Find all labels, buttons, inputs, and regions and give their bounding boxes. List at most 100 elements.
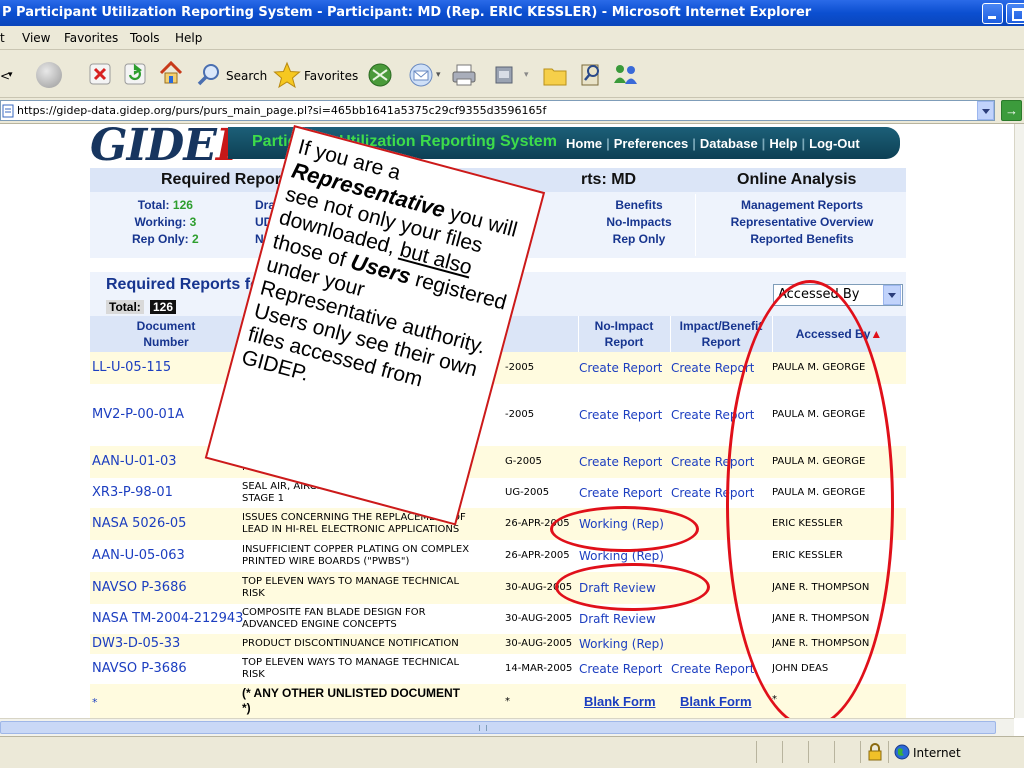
search-icon[interactable]: [196, 62, 222, 88]
rep-only-value[interactable]: 2: [192, 232, 199, 246]
menu-edit[interactable]: t: [0, 31, 5, 45]
total-label: Total:: [137, 198, 170, 212]
favorites-label[interactable]: Favorites: [304, 69, 358, 83]
annotation-ellipse-draft: [555, 563, 710, 611]
address-bar: https://gidep-data.gidep.org/purs/purs_m…: [0, 98, 1024, 124]
document-number-link[interactable]: NASA TM-2004-212943: [92, 611, 243, 626]
status-bar: Internet: [0, 736, 1024, 768]
no-impacts-link[interactable]: No-Impacts: [600, 214, 678, 231]
document-number-link[interactable]: MV2-P-00-01A: [92, 407, 184, 422]
no-impact-report-link[interactable]: Working (Rep): [579, 637, 664, 651]
gidep-logo: GIDEP: [90, 124, 249, 171]
refresh-icon[interactable]: [124, 63, 146, 85]
mail-icon[interactable]: [408, 62, 434, 88]
go-button[interactable]: →: [1001, 100, 1022, 121]
window-title: P Participant Utilization Reporting Syst…: [2, 5, 812, 20]
rep-only-link[interactable]: Rep Only: [600, 231, 678, 248]
no-impact-report-link[interactable]: Create Report: [579, 486, 662, 500]
nav-logout[interactable]: Log-Out: [809, 136, 860, 151]
document-number-link[interactable]: NASA 5026-05: [92, 516, 186, 531]
sort-dropdown-icon[interactable]: [883, 285, 901, 305]
document-number-link[interactable]: NAVSO P-3686: [92, 580, 187, 595]
reported-benefits-link[interactable]: Reported Benefits: [710, 231, 894, 248]
print-icon[interactable]: [451, 62, 477, 88]
address-input[interactable]: https://gidep-data.gidep.org/purs/purs_m…: [0, 100, 995, 121]
scroll-thumb[interactable]: [0, 721, 996, 734]
unlisted-document-label: (* ANY OTHER UNLISTED DOCUMENT *): [242, 686, 461, 715]
no-impact-report-link[interactable]: Draft Review: [579, 612, 656, 626]
menu-favorites[interactable]: Favorites: [64, 31, 118, 45]
back-dropdown-icon[interactable]: ▾: [8, 69, 13, 80]
blank-form-impact-link[interactable]: Blank Form: [680, 694, 752, 709]
report-date: -2005: [505, 362, 535, 373]
annotation-ellipse-accessed-by: [726, 280, 894, 718]
minimize-button[interactable]: [982, 3, 1003, 24]
document-description: PRODUCT DISCONTINUANCE NOTIFICATION: [242, 638, 459, 649]
document-number-link[interactable]: LL-U-05-115: [92, 360, 171, 375]
summary-analysis: Management Reports Representative Overvi…: [710, 197, 894, 248]
working-value[interactable]: 3: [190, 215, 197, 229]
document-number-link[interactable]: DW3-D-05-33: [92, 636, 180, 651]
home-icon[interactable]: [158, 60, 184, 86]
no-impact-report-link[interactable]: Create Report: [579, 455, 662, 469]
no-impact-report-link[interactable]: Create Report: [579, 408, 662, 422]
folder-icon[interactable]: [542, 62, 568, 88]
edit-dropdown-icon[interactable]: ▾: [524, 69, 529, 80]
no-impact-report-link[interactable]: Create Report: [579, 662, 662, 676]
sort-arrow-icon: ▲: [870, 327, 883, 341]
document-number-link[interactable]: NAVSO P-3686: [92, 661, 187, 676]
media-icon[interactable]: [367, 62, 393, 88]
nav-help[interactable]: Help: [769, 136, 797, 151]
nav-preferences[interactable]: Preferences: [614, 136, 688, 151]
maximize-button[interactable]: [1006, 3, 1024, 24]
edit-icon[interactable]: [494, 65, 514, 85]
report-date: 14-MAR-2005: [505, 663, 573, 674]
col-no-impact[interactable]: No-Impact Report: [578, 318, 670, 350]
vertical-scrollbar[interactable]: [1014, 124, 1024, 718]
benefits-link[interactable]: Benefits: [600, 197, 678, 214]
col-document[interactable]: Document Number: [90, 318, 242, 350]
horizontal-scrollbar[interactable]: [0, 718, 1014, 736]
management-reports-link[interactable]: Management Reports: [710, 197, 894, 214]
impact-report-link[interactable]: Create Report: [671, 662, 754, 676]
address-dropdown-icon[interactable]: [977, 101, 994, 120]
document-description: COMPOSITE FAN BLADE DESIGN FOR ADVANCED …: [242, 607, 426, 630]
nav-database[interactable]: Database: [700, 136, 758, 151]
stop-icon[interactable]: [89, 63, 111, 85]
working-label: Working:: [134, 215, 187, 229]
report-date: G-2005: [505, 456, 542, 467]
document-number-link[interactable]: XR3-P-98-01: [92, 485, 173, 500]
menu-bar: t View Favorites Tools Help: [0, 26, 1024, 50]
menu-view[interactable]: View: [22, 31, 50, 45]
window-title-bar: P Participant Utilization Reporting Syst…: [0, 0, 1024, 26]
total-value[interactable]: 126: [173, 198, 193, 212]
mail-dropdown-icon[interactable]: ▾: [436, 69, 441, 80]
favorites-star-icon[interactable]: [273, 61, 301, 89]
rep-overview-link[interactable]: Representative Overview: [710, 214, 894, 231]
nav-home[interactable]: Home: [566, 136, 602, 151]
search-label[interactable]: Search: [226, 69, 267, 83]
reports-total-count: 126: [150, 300, 177, 314]
document-number-link[interactable]: AAN-U-01-03: [92, 454, 177, 469]
status-zone: Internet: [913, 746, 961, 760]
no-impact-report-link[interactable]: Create Report: [579, 361, 662, 375]
reports-total-label: Total:: [106, 300, 144, 314]
mid-heading: rts: MD: [581, 171, 637, 188]
report-date: 26-APR-2005: [505, 550, 570, 561]
messenger-icon[interactable]: [612, 61, 640, 87]
menu-tools[interactable]: Tools: [130, 31, 160, 45]
logo-main-text: GIDE: [90, 124, 217, 171]
menu-help[interactable]: Help: [175, 31, 202, 45]
document-description: ISSUES CONCERNING THE REPLACEMENT OF LEA…: [242, 512, 466, 535]
forward-icon[interactable]: [36, 62, 62, 88]
summary-totals: Total: 126 Working: 3 Rep Only: 2: [132, 197, 199, 248]
document-number-link[interactable]: AAN-U-05-063: [92, 548, 185, 563]
rep-only-label: Rep Only:: [132, 232, 189, 246]
analysis-heading: Online Analysis: [737, 171, 857, 188]
research-icon[interactable]: [578, 61, 604, 87]
report-date: 30-AUG-2005: [505, 638, 573, 649]
site-nav: Home | Preferences | Database | Help | Log-Out: [566, 136, 860, 151]
report-date: -2005: [505, 409, 535, 420]
browser-toolbar: < ▾ Search Favorites ▾ ▾: [0, 50, 1024, 98]
blank-form-no-impact-link[interactable]: Blank Form: [584, 694, 656, 709]
